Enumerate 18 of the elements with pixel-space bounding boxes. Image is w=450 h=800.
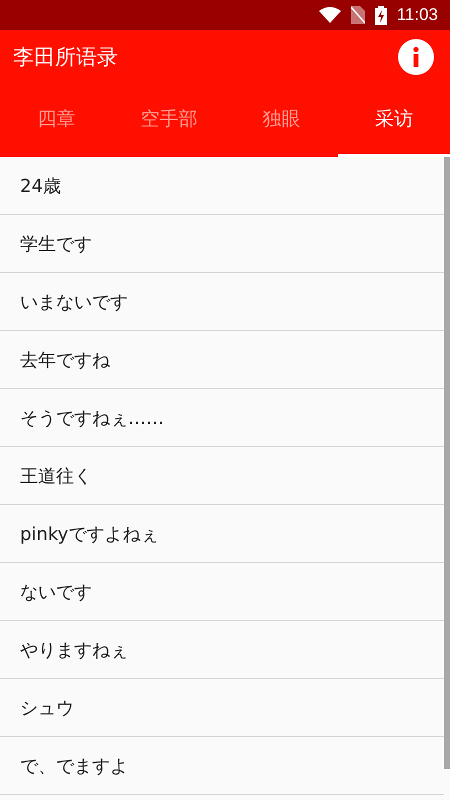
- wifi-icon: [318, 7, 341, 23]
- list-item[interactable]: 去年ですね: [20, 348, 110, 372]
- list-item[interactable]: やりますねぇ: [20, 638, 128, 662]
- info-icon[interactable]: [398, 38, 434, 74]
- battery-charging-icon: [374, 6, 387, 24]
- list-item[interactable]: ないです: [20, 580, 92, 604]
- list-item[interactable]: pinkyですよねぇ: [20, 522, 158, 546]
- clock: 11:03: [396, 5, 438, 25]
- list-item[interactable]: いまないです: [20, 290, 128, 314]
- app-title: 李田所语录: [13, 44, 118, 70]
- list-item[interactable]: シュウ: [20, 696, 74, 720]
- no-sim-icon: [350, 6, 365, 24]
- list-item[interactable]: そうですねぇ……: [20, 406, 164, 430]
- list-item[interactable]: 学生です: [20, 232, 92, 256]
- list-item[interactable]: で、でますよ: [20, 754, 128, 778]
- list-item[interactable]: 王道往く: [20, 464, 92, 488]
- list-item[interactable]: 24歳: [20, 174, 61, 198]
- scrollbar[interactable]: [444, 157, 450, 769]
